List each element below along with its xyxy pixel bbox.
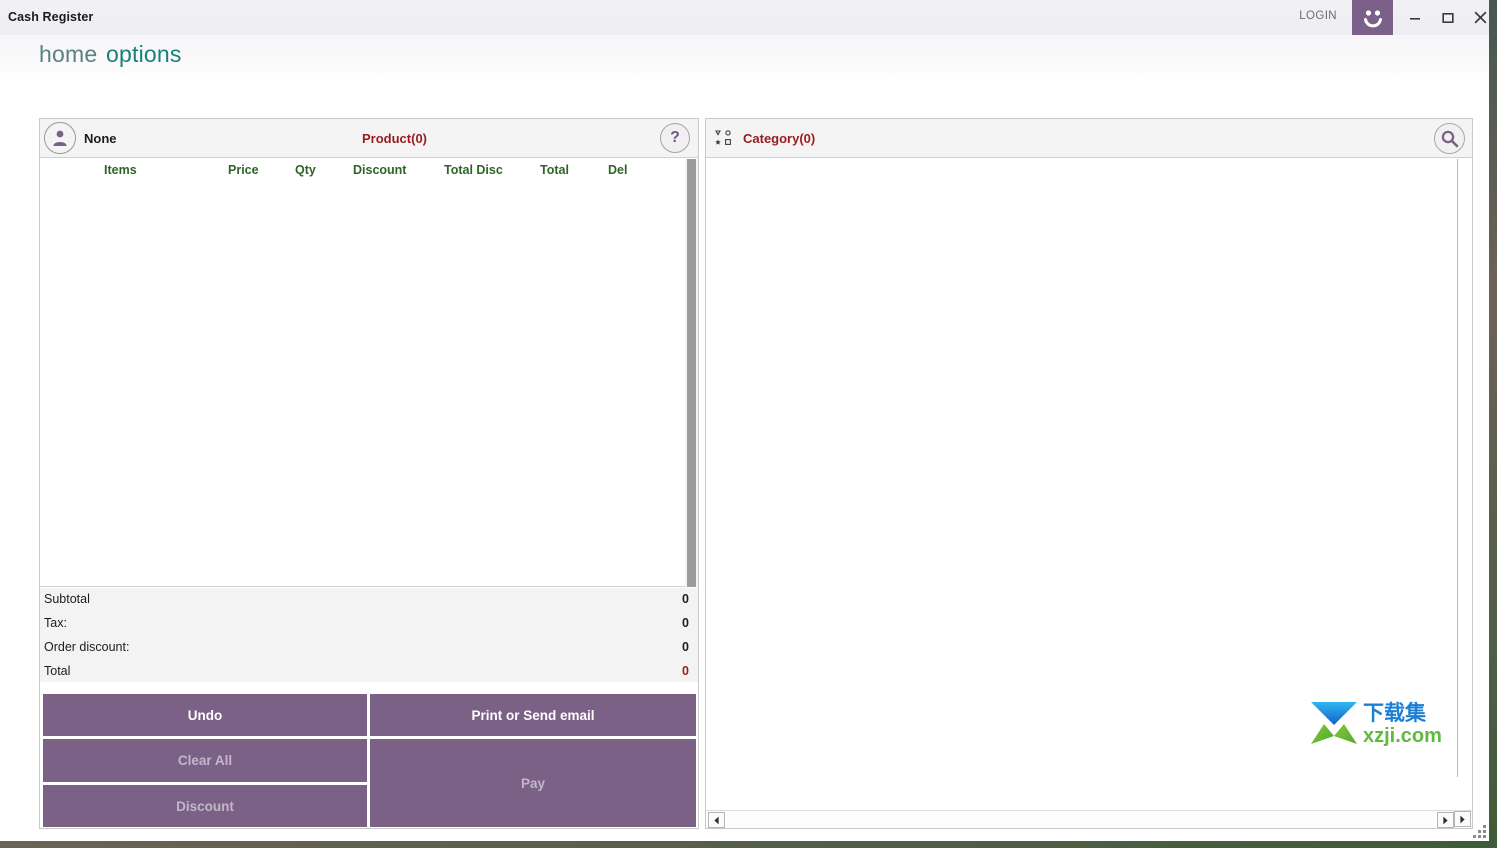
cart-header: None Product(0) ? [40, 119, 698, 158]
totals-value: 0 [682, 616, 689, 630]
catalog-header: Category(0) [706, 119, 1472, 158]
cart-action-buttons: Undo Clear All Discount Print or Send em… [40, 693, 698, 828]
cart-vertical-scrollbar[interactable] [685, 159, 698, 587]
totals-row-tax: Tax: 0 [40, 612, 698, 636]
column-header-price: Price [228, 163, 259, 177]
catalog-panel: Category(0) [705, 118, 1473, 829]
help-icon[interactable]: ? [660, 123, 690, 153]
column-header-del: Del [608, 163, 628, 177]
login-button[interactable]: LOGIN [1299, 10, 1337, 22]
minimize-icon [1409, 17, 1420, 20]
column-header-items: Items [104, 163, 137, 177]
minimize-button[interactable] [1398, 0, 1431, 35]
totals-row-total: Total 0 [40, 660, 698, 684]
customer-name[interactable]: None [84, 131, 117, 146]
totals-label: Total [44, 664, 71, 678]
search-icon[interactable] [1434, 123, 1465, 154]
cart-scrollbar-thumb[interactable] [687, 159, 696, 587]
totals-row-order-discount: Order discount: 0 [40, 636, 698, 660]
pay-button[interactable]: Pay [369, 738, 697, 828]
smiley-face-icon[interactable] [1352, 0, 1393, 35]
window-title: Cash Register [8, 10, 94, 24]
menu-item-options[interactable]: options [106, 41, 182, 68]
totals-summary: Subtotal 0 Tax: 0 Order discount: 0 Tota… [40, 588, 698, 682]
cart-panel: None Product(0) ? Items Price Qty Discou… [39, 118, 699, 829]
application-window: Cash Register LOGIN home options None Pr… [0, 0, 1489, 841]
catalog-vertical-divider [1457, 159, 1458, 777]
maximize-button[interactable] [1431, 0, 1464, 35]
totals-value: 0 [682, 592, 689, 606]
column-header-discount: Discount [353, 163, 407, 177]
discount-button[interactable]: Discount [42, 784, 368, 828]
arrow-right-icon[interactable] [1437, 812, 1454, 828]
product-count-label: Product(0) [362, 131, 427, 146]
cart-items-list[interactable] [40, 187, 698, 587]
title-bar: Cash Register LOGIN [0, 0, 1489, 35]
arrow-left-icon[interactable] [708, 812, 725, 828]
cart-column-headers: Items Price Qty Discount Total Disc Tota… [40, 159, 698, 187]
column-header-total: Total [540, 163, 569, 177]
arrow-down-icon[interactable] [1454, 811, 1471, 827]
undo-button[interactable]: Undo [42, 693, 368, 737]
person-icon[interactable] [44, 122, 76, 154]
print-or-send-email-button[interactable]: Print or Send email [369, 693, 697, 737]
totals-label: Tax: [44, 616, 67, 630]
category-grid-icon[interactable] [715, 130, 735, 148]
column-header-qty: Qty [295, 163, 316, 177]
totals-label: Subtotal [44, 592, 90, 606]
close-icon [1474, 11, 1487, 24]
maximize-icon [1441, 12, 1454, 23]
clear-all-button[interactable]: Clear All [42, 738, 368, 783]
catalog-horizontal-scrollbar[interactable] [706, 810, 1472, 828]
close-button[interactable] [1464, 0, 1489, 35]
column-header-total-disc: Total Disc [444, 163, 503, 177]
totals-label: Order discount: [44, 640, 130, 654]
totals-value: 0 [682, 640, 689, 654]
totals-row-subtotal: Subtotal 0 [40, 588, 698, 612]
catalog-items-grid[interactable] [706, 159, 1472, 807]
totals-value: 0 [682, 664, 689, 678]
resize-grip[interactable] [1473, 825, 1487, 839]
category-count-label: Category(0) [743, 131, 816, 146]
menu-bar: home options [0, 35, 1489, 83]
menu-item-home[interactable]: home [39, 41, 97, 68]
